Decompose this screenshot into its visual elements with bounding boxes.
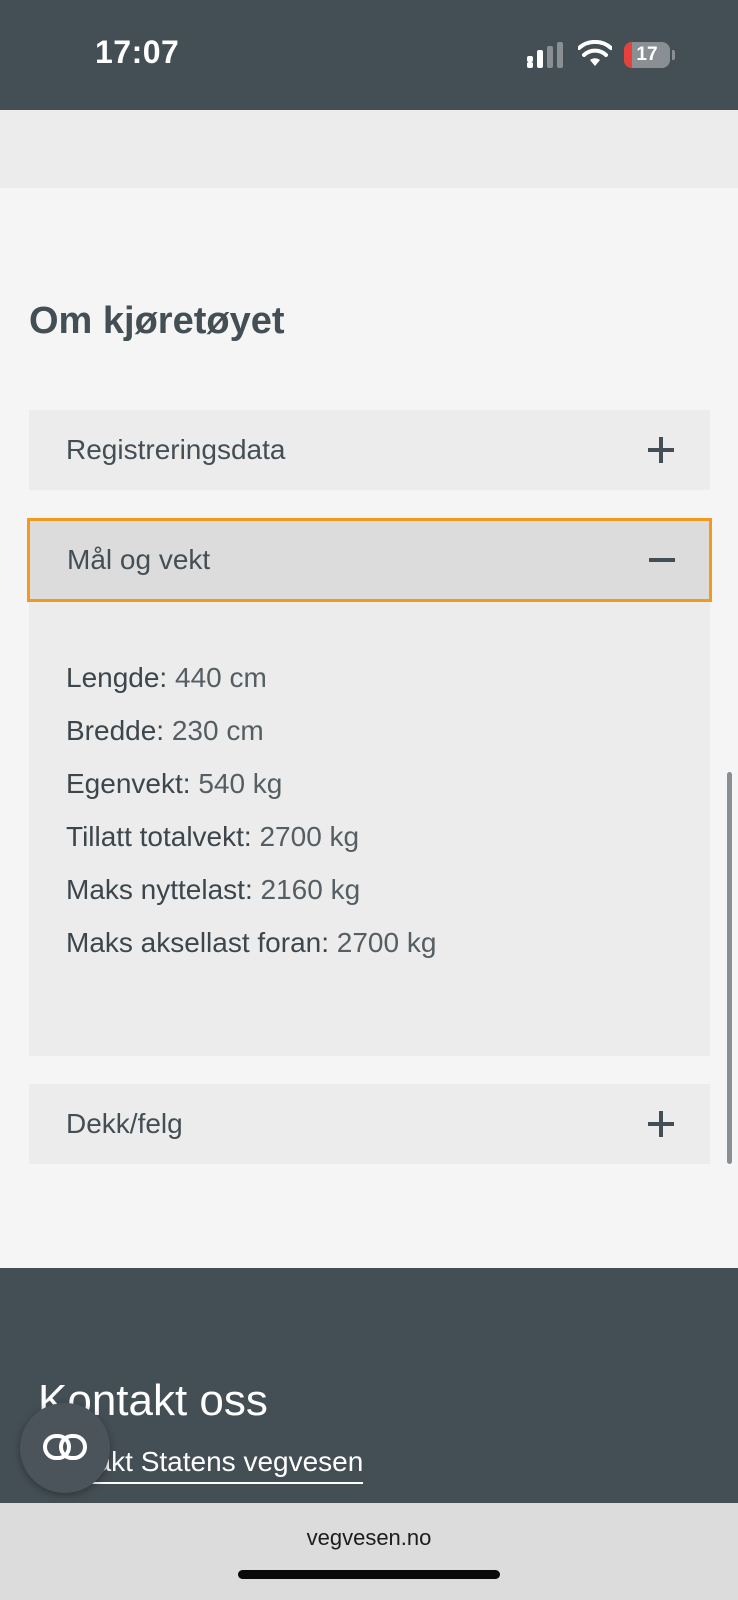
home-indicator[interactable] — [238, 1570, 500, 1579]
accordion-label: Mål og vekt — [67, 544, 211, 575]
status-bar: 17:07 17 — [0, 0, 738, 110]
spec-row: Bredde: 230 cm — [66, 715, 264, 747]
top-band — [0, 110, 738, 188]
battery-icon: 17 — [624, 42, 675, 68]
url-bar[interactable]: vegvesen.no — [0, 1525, 738, 1551]
spec-value: 230 cm — [171, 715, 264, 746]
accordion-panel-mal-og-vekt: Lengde: 440 cm Bredde: 230 cm Egenvekt: … — [29, 602, 710, 1056]
link-icon — [43, 1434, 87, 1460]
minus-icon — [649, 547, 675, 573]
spec-label: Maks nyttelast: — [66, 874, 253, 905]
spec-value: 2700 kg — [259, 821, 360, 852]
accordion-registreringsdata[interactable]: Registreringsdata — [29, 410, 710, 490]
spec-row: Tillatt totalvekt: 2700 kg — [66, 821, 359, 853]
link-button[interactable] — [20, 1403, 110, 1493]
plus-icon — [648, 437, 674, 463]
battery-level: 17 — [636, 44, 658, 65]
footer: Kontakt oss Kontakt Statens vegvesen — [0, 1268, 738, 1503]
accordion-dekk-felg[interactable]: Dekk/felg — [29, 1084, 710, 1164]
accordion-label: Dekk/felg — [66, 1108, 183, 1139]
spec-label: Lengde: — [66, 662, 168, 693]
spec-label: Maks aksellast foran: — [66, 927, 329, 958]
accordion-mal-og-vekt[interactable]: Mål og vekt — [27, 518, 712, 602]
spec-row: Egenvekt: 540 kg — [66, 768, 282, 800]
spec-label: Tillatt totalvekt: — [66, 821, 252, 852]
accordion-label: Registreringsdata — [66, 434, 286, 465]
spec-label: Bredde: — [66, 715, 165, 746]
spec-value: 2700 kg — [336, 927, 437, 958]
spec-row: Lengde: 440 cm — [66, 662, 267, 694]
wifi-icon — [578, 40, 612, 66]
section-title: Om kjøretøyet — [29, 300, 285, 342]
spec-row: Maks nyttelast: 2160 kg — [66, 874, 360, 906]
status-time: 17:07 — [95, 34, 180, 70]
spec-value: 540 kg — [198, 768, 283, 799]
spec-value: 440 cm — [175, 662, 267, 693]
scrollbar[interactable] — [727, 772, 732, 1164]
spec-row: Maks aksellast foran: 2700 kg — [66, 927, 436, 959]
browser-bar: vegvesen.no — [0, 1503, 738, 1600]
spec-value: 2160 kg — [260, 874, 361, 905]
spec-label: Egenvekt: — [66, 768, 191, 799]
signal-icon — [527, 42, 563, 68]
plus-icon — [648, 1111, 674, 1137]
